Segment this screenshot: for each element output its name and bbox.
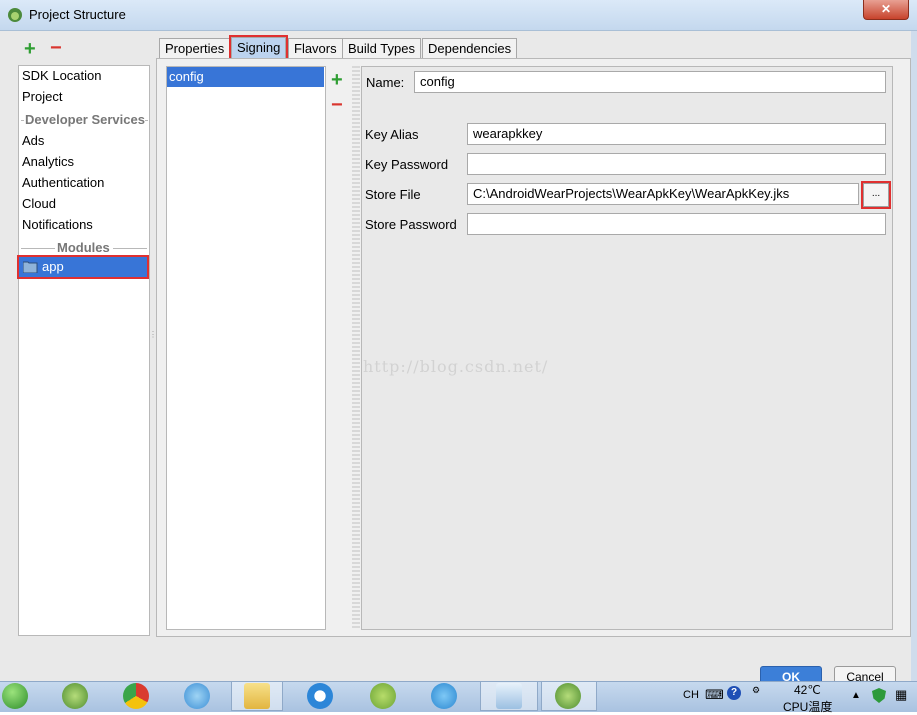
- signing-config-form: [361, 66, 893, 630]
- name-label: Name:: [366, 75, 405, 90]
- android-studio-running-icon[interactable]: [555, 683, 581, 709]
- folder-icon: [23, 261, 38, 273]
- key-alias-label: Key Alias: [365, 127, 419, 142]
- window-title: Project Structure: [29, 7, 126, 22]
- settings-icon[interactable]: ⚙: [752, 686, 760, 695]
- sidebar-item-analytics[interactable]: Analytics: [22, 154, 74, 169]
- notepad-taskbar-icon[interactable]: [496, 683, 522, 709]
- android-studio-taskbar-icon[interactable]: [62, 683, 88, 709]
- key-password-field[interactable]: [467, 153, 886, 175]
- tab-properties[interactable]: Properties: [159, 38, 231, 59]
- network-icon[interactable]: ▦: [895, 687, 907, 703]
- module-label: app: [42, 259, 64, 274]
- sidebar-item-sdk-location[interactable]: SDK Location: [22, 68, 102, 83]
- window-frame-right: [911, 31, 917, 681]
- messenger-taskbar-icon[interactable]: [184, 683, 210, 709]
- keyboard-icon[interactable]: ⌨: [705, 687, 724, 703]
- sidebar-item-cloud[interactable]: Cloud: [22, 196, 56, 211]
- close-button[interactable]: ✕: [863, 0, 909, 20]
- sidebar-item-notifications[interactable]: Notifications: [22, 217, 93, 232]
- help-icon[interactable]: ?: [727, 686, 741, 700]
- sidebar-item-authentication[interactable]: Authentication: [22, 175, 104, 190]
- media-player-taskbar-icon[interactable]: [307, 683, 333, 709]
- remove-module-icon[interactable]: −: [50, 38, 62, 58]
- add-config-icon[interactable]: +: [331, 70, 343, 90]
- watermark: http://blog.csdn.net/: [363, 357, 549, 376]
- store-file-field[interactable]: C:\AndroidWearProjects\WearApkKey\WearAp…: [467, 183, 859, 205]
- sidebar-item-project[interactable]: Project: [22, 89, 62, 104]
- remove-config-icon[interactable]: −: [331, 95, 343, 115]
- signing-config-item[interactable]: config: [167, 67, 324, 87]
- developer-services-header: Developer Services: [19, 112, 149, 128]
- cpu-temperature-label: CPU温度: [783, 700, 833, 714]
- android-taskbar-icon[interactable]: [370, 683, 396, 709]
- store-password-field[interactable]: [467, 213, 886, 235]
- key-alias-field[interactable]: wearapkkey: [467, 123, 886, 145]
- store-file-label: Store File: [365, 187, 421, 202]
- input-language[interactable]: CH: [683, 689, 699, 701]
- sidebar-item-ads[interactable]: Ads: [22, 133, 44, 148]
- store-password-label: Store Password: [365, 217, 457, 232]
- title-bar: [0, 0, 917, 31]
- splitter-handle[interactable]: [352, 66, 360, 628]
- explorer-taskbar-icon[interactable]: [244, 683, 270, 709]
- sidebar-item-app[interactable]: app: [17, 255, 149, 279]
- tab-signing[interactable]: Signing: [228, 35, 289, 61]
- config-toolbar: [326, 66, 351, 628]
- add-module-icon[interactable]: +: [24, 39, 36, 59]
- tab-flavors[interactable]: Flavors: [288, 38, 343, 59]
- start-button-icon[interactable]: [2, 683, 28, 709]
- tray-expand-icon[interactable]: ▲: [851, 690, 861, 701]
- cpu-temperature: 42℃: [794, 683, 821, 697]
- tab-dependencies[interactable]: Dependencies: [422, 38, 518, 59]
- android-studio-icon: [8, 8, 22, 22]
- modules-header: Modules: [19, 240, 149, 256]
- name-field[interactable]: config: [414, 71, 886, 93]
- signing-config-list: [166, 66, 326, 630]
- splitter-grip[interactable]: ⋮: [149, 330, 157, 342]
- baidu-cloud-taskbar-icon[interactable]: [431, 683, 457, 709]
- chrome-taskbar-icon[interactable]: [123, 683, 149, 709]
- key-password-label: Key Password: [365, 157, 449, 172]
- sidebar: SDK Location Project Developer Services …: [18, 65, 150, 636]
- browse-button[interactable]: ...: [861, 181, 891, 209]
- tab-build-types[interactable]: Build Types: [342, 38, 421, 59]
